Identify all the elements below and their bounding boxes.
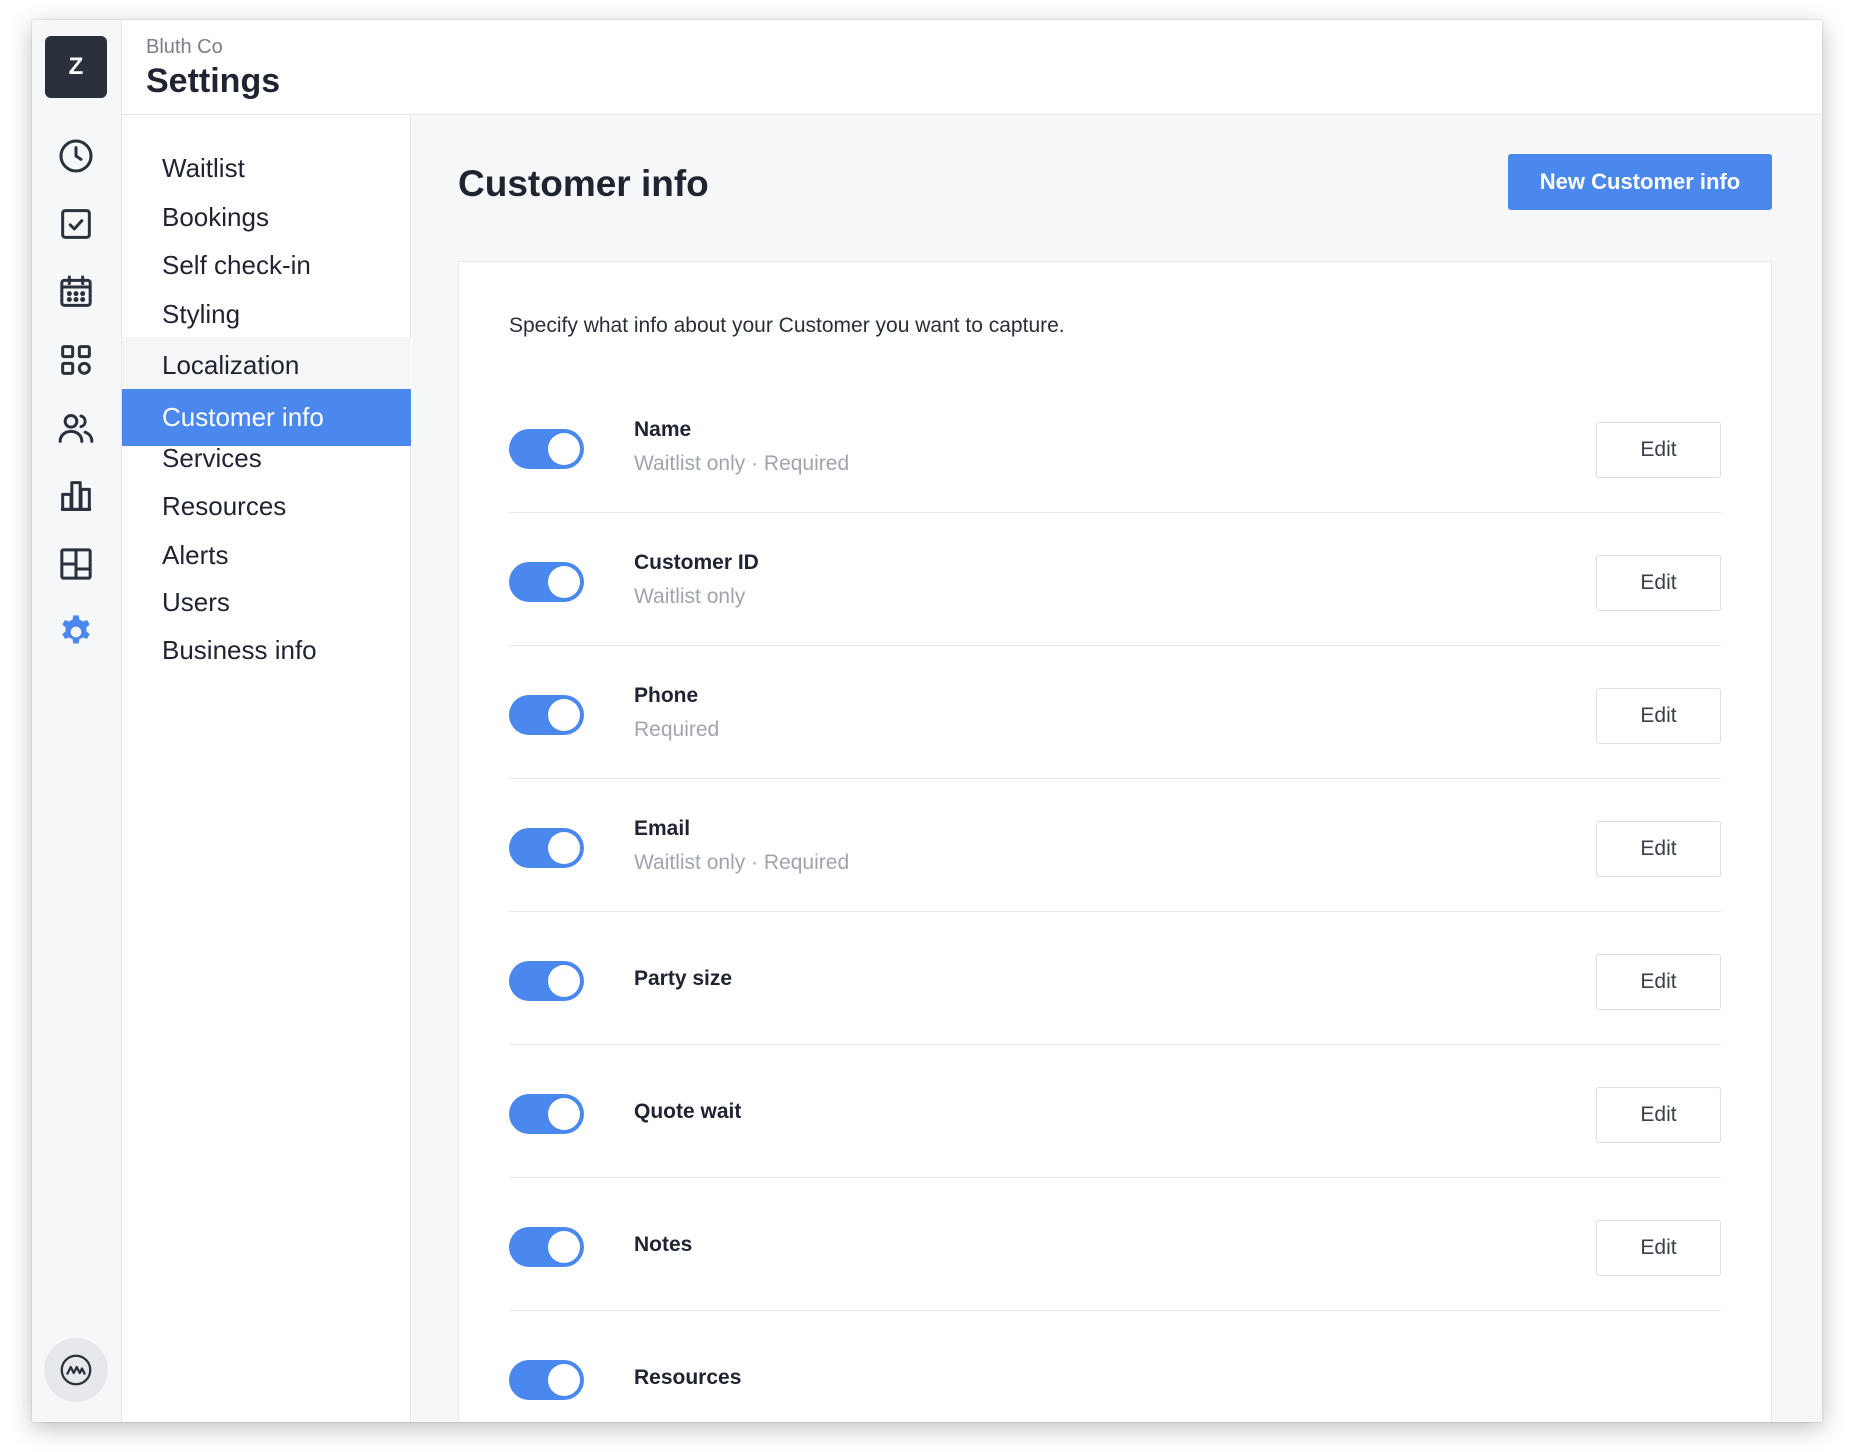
main-content: Customer info New Customer info Specify … (412, 115, 1822, 1422)
clock-icon[interactable] (53, 133, 99, 179)
toggle-knob (548, 1364, 580, 1396)
settings-nav: Waitlist Bookings Self check-in Styling … (122, 115, 411, 1422)
edit-button[interactable]: Edit (1596, 954, 1721, 1010)
icon-rail: Z (32, 20, 122, 1422)
field-name: Resources (634, 1365, 742, 1389)
field-row-customer-id: Customer ID Waitlist only Edit (509, 513, 1721, 646)
field-name: Email (634, 816, 691, 840)
nav-item-localization[interactable]: Localization (122, 337, 411, 394)
bar-chart-icon[interactable] (53, 473, 99, 519)
edit-button[interactable]: Edit (1596, 1220, 1721, 1276)
avatar-logo-icon (60, 1354, 92, 1386)
toggle-knob (548, 965, 580, 997)
toggle-switch[interactable] (509, 562, 584, 602)
field-text: Customer ID Waitlist only (634, 513, 759, 646)
nav-item-business-info[interactable]: Business info (122, 622, 411, 679)
top-header: Bluth Co Settings (122, 20, 1822, 115)
field-row-email: Email Waitlist only · Required Edit (509, 779, 1721, 912)
field-row-party-size: Party size Edit (509, 912, 1721, 1045)
toggle-knob (548, 433, 580, 465)
field-text: Email Waitlist only · Required (634, 779, 849, 912)
toggle-knob (548, 1098, 580, 1130)
field-text: Party size (634, 912, 732, 1045)
edit-button[interactable]: Edit (1596, 1087, 1721, 1143)
toggle-knob (548, 699, 580, 731)
toggle-switch[interactable] (509, 961, 584, 1001)
field-name: Name (634, 417, 692, 441)
field-row-notes: Notes Edit (509, 1178, 1721, 1311)
new-customer-info-button[interactable]: New Customer info (1508, 154, 1772, 210)
checkbox-icon[interactable] (53, 201, 99, 247)
toggle-knob (548, 1231, 580, 1263)
field-meta: Waitlist only · Required (634, 850, 850, 874)
field-row-quote-wait: Quote wait Edit (509, 1045, 1721, 1178)
page-title: Settings (146, 62, 281, 100)
field-row-resources: Resources (509, 1311, 1721, 1422)
field-name: Notes (634, 1232, 693, 1256)
field-text: Name Waitlist only · Required (634, 380, 849, 513)
field-text: Quote wait (634, 1045, 741, 1178)
toggle-knob (548, 832, 580, 864)
layout-icon[interactable] (53, 541, 99, 587)
field-name: Phone (634, 683, 699, 707)
org-name: Bluth Co (146, 36, 223, 58)
field-name: Party size (634, 966, 733, 990)
field-text: Phone Required (634, 646, 719, 779)
toggle-switch[interactable] (509, 828, 584, 868)
edit-button[interactable]: Edit (1596, 555, 1721, 611)
customer-info-card: Specify what info about your Customer yo… (458, 261, 1772, 1422)
toggle-switch[interactable] (509, 1094, 584, 1134)
nav-item-styling[interactable]: Styling (122, 286, 411, 343)
toggle-switch[interactable] (509, 1360, 584, 1400)
toggle-switch[interactable] (509, 429, 584, 469)
toggle-knob (548, 566, 580, 598)
field-row-phone: Phone Required Edit (509, 646, 1721, 779)
field-name: Customer ID (634, 550, 759, 574)
field-row-name: Name Waitlist only · Required Edit (509, 380, 1721, 513)
grid-icon[interactable] (53, 337, 99, 383)
field-text: Resources (634, 1311, 741, 1422)
calendar-icon[interactable] (53, 269, 99, 315)
edit-button[interactable]: Edit (1596, 688, 1721, 744)
gear-icon[interactable] (53, 609, 99, 655)
field-meta: Waitlist only (634, 584, 746, 608)
toggle-switch[interactable] (509, 1227, 584, 1267)
card-description: Specify what info about your Customer yo… (509, 314, 1065, 337)
app-logo[interactable]: Z (45, 36, 107, 98)
fields-list: Name Waitlist only · Required Edit Custo… (509, 380, 1721, 1422)
field-meta: Required (634, 717, 720, 741)
field-text: Notes (634, 1178, 692, 1311)
toggle-switch[interactable] (509, 695, 584, 735)
user-avatar[interactable] (44, 1338, 108, 1402)
app-window: Z Bluth Co Settings Waitlist Bookings Se… (32, 20, 1822, 1422)
section-title: Customer info (458, 163, 709, 204)
edit-button[interactable]: Edit (1596, 422, 1721, 478)
field-meta: Waitlist only · Required (634, 451, 850, 475)
edit-button[interactable]: Edit (1596, 821, 1721, 877)
field-name: Quote wait (634, 1099, 742, 1123)
users-icon[interactable] (53, 405, 99, 451)
